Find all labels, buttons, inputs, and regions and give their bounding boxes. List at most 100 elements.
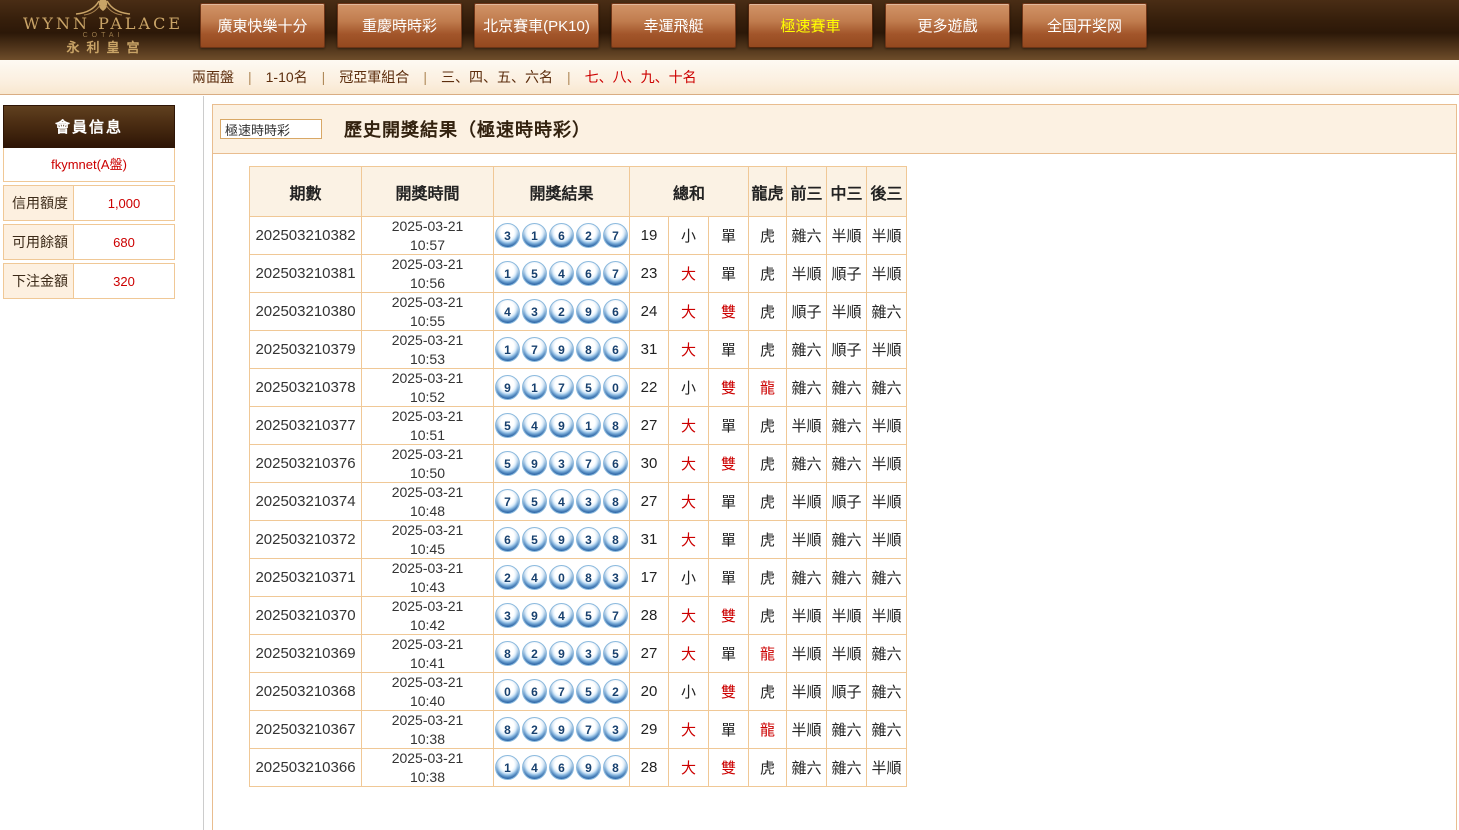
subnav-separator: |	[248, 69, 252, 85]
nav-button[interactable]: 重慶時時彩	[337, 3, 462, 48]
lottery-ball: 1	[522, 223, 547, 248]
lottery-ball: 3	[603, 565, 628, 590]
lottery-ball: 6	[495, 527, 520, 552]
table-row: 2025032103772025-03-2110:515491827大單虎半順雜…	[250, 407, 907, 445]
lottery-ball: 2	[603, 679, 628, 704]
table-row: 2025032103662025-03-2110:381469828大雙虎雜六雜…	[250, 749, 907, 787]
result-cell: 54918	[494, 407, 630, 445]
lottery-ball: 7	[522, 337, 547, 362]
middle-three-cell: 順子	[827, 331, 867, 369]
nav-button[interactable]: 幸運飛艇	[611, 3, 736, 48]
subnav-item[interactable]: 三、四、五、六名	[441, 67, 553, 87]
dragon-tiger-cell: 虎	[749, 445, 787, 483]
lottery-ball: 7	[549, 375, 574, 400]
table-row: 2025032103822025-03-2110:573162719小單虎雜六半…	[250, 217, 907, 255]
lottery-ball: 3	[603, 717, 628, 742]
nav-button[interactable]: 更多遊戲	[885, 3, 1010, 48]
dragon-tiger-cell: 龍	[749, 635, 787, 673]
header-time: 開獎時間	[362, 167, 494, 217]
back-three-cell: 雜六	[867, 559, 907, 597]
result-cell: 59376	[494, 445, 630, 483]
result-cell: 06752	[494, 673, 630, 711]
parity-cell: 單	[709, 407, 749, 445]
result-cell: 82935	[494, 635, 630, 673]
subnav-separator: |	[423, 69, 427, 85]
lottery-ball: 8	[603, 755, 628, 780]
lottery-ball: 7	[603, 603, 628, 628]
header-dragon-tiger: 龍虎	[749, 167, 787, 217]
lottery-ball: 6	[576, 261, 601, 286]
lottery-ball: 6	[549, 755, 574, 780]
lottery-ball: 4	[549, 603, 574, 628]
table-row: 2025032103812025-03-2110:561546723大單虎半順順…	[250, 255, 907, 293]
subnav-item[interactable]: 兩面盤	[192, 67, 234, 87]
main-content: 歷史開獎結果（極速時時彩） 期數 開獎時間 開獎結果 總和 龍虎 前三 中三 後…	[212, 104, 1457, 830]
parity-cell: 單	[709, 217, 749, 255]
total-cell: 19	[630, 217, 669, 255]
nav-button[interactable]: 北京賽車(PK10)	[474, 3, 599, 48]
middle-three-cell: 半順	[827, 635, 867, 673]
subnav-item[interactable]: 七、八、九、十名	[585, 67, 697, 87]
dragon-tiger-cell: 虎	[749, 293, 787, 331]
time-cell: 2025-03-2110:57	[362, 217, 494, 255]
time-cell: 2025-03-2110:45	[362, 521, 494, 559]
lottery-ball: 5	[522, 527, 547, 552]
lottery-ball: 8	[576, 337, 601, 362]
subnav-item[interactable]: 1-10名	[266, 67, 308, 87]
time-cell: 2025-03-2110:50	[362, 445, 494, 483]
back-three-cell: 半順	[867, 407, 907, 445]
brand-subtitle: COTAI	[83, 32, 124, 40]
sidebar-divider	[203, 96, 204, 830]
period-cell: 202503210366	[250, 749, 362, 787]
info-label: 可用餘額	[4, 225, 74, 259]
middle-three-cell: 雜六	[827, 369, 867, 407]
lottery-ball: 5	[495, 451, 520, 476]
result-cell: 91750	[494, 369, 630, 407]
time-cell: 2025-03-2110:41	[362, 635, 494, 673]
header-total: 總和	[630, 167, 749, 217]
result-cell: 75438	[494, 483, 630, 521]
parity-cell: 雙	[709, 445, 749, 483]
nav-button[interactable]: 廣東快樂十分	[200, 3, 325, 48]
lottery-ball: 2	[549, 299, 574, 324]
size-cell: 大	[669, 255, 709, 293]
middle-three-cell: 半順	[827, 293, 867, 331]
lottery-ball: 0	[495, 679, 520, 704]
lottery-ball: 5	[576, 603, 601, 628]
dragon-tiger-cell: 虎	[749, 521, 787, 559]
dragon-tiger-cell: 虎	[749, 407, 787, 445]
header-result: 開獎結果	[494, 167, 630, 217]
dragon-tiger-cell: 龍	[749, 711, 787, 749]
front-three-cell: 半順	[787, 673, 827, 711]
front-three-cell: 雜六	[787, 749, 827, 787]
middle-three-cell: 半順	[827, 217, 867, 255]
back-three-cell: 雜六	[867, 673, 907, 711]
back-three-cell: 半順	[867, 445, 907, 483]
middle-three-cell: 雜六	[827, 559, 867, 597]
dragon-tiger-cell: 龍	[749, 369, 787, 407]
dragon-tiger-cell: 虎	[749, 217, 787, 255]
front-three-cell: 順子	[787, 293, 827, 331]
results-table-wrap: 期數 開獎時間 開獎結果 總和 龍虎 前三 中三 後三 202503210382…	[213, 154, 1456, 787]
total-cell: 28	[630, 749, 669, 787]
lottery-ball: 6	[603, 337, 628, 362]
time-cell: 2025-03-2110:55	[362, 293, 494, 331]
nav-button[interactable]: 極速賽車	[748, 3, 873, 48]
nav-button[interactable]: 全国开奖网	[1022, 3, 1147, 48]
lottery-ball: 8	[603, 489, 628, 514]
lottery-ball: 3	[495, 603, 520, 628]
game-filter-input[interactable]	[220, 119, 322, 139]
subnav-item[interactable]: 冠亞軍組合	[339, 67, 409, 87]
period-cell: 202503210368	[250, 673, 362, 711]
period-cell: 202503210370	[250, 597, 362, 635]
size-cell: 大	[669, 635, 709, 673]
lottery-ball: 1	[576, 413, 601, 438]
info-label: 信用額度	[4, 186, 74, 220]
total-cell: 23	[630, 255, 669, 293]
back-three-cell: 半順	[867, 749, 907, 787]
account-name: fkymnet(A盤)	[3, 148, 175, 182]
front-three-cell: 雜六	[787, 331, 827, 369]
back-three-cell: 半順	[867, 217, 907, 255]
lottery-ball: 7	[576, 717, 601, 742]
brand-logo[interactable]: WYNN PALACE COTAI 永利皇宫	[18, 0, 188, 60]
